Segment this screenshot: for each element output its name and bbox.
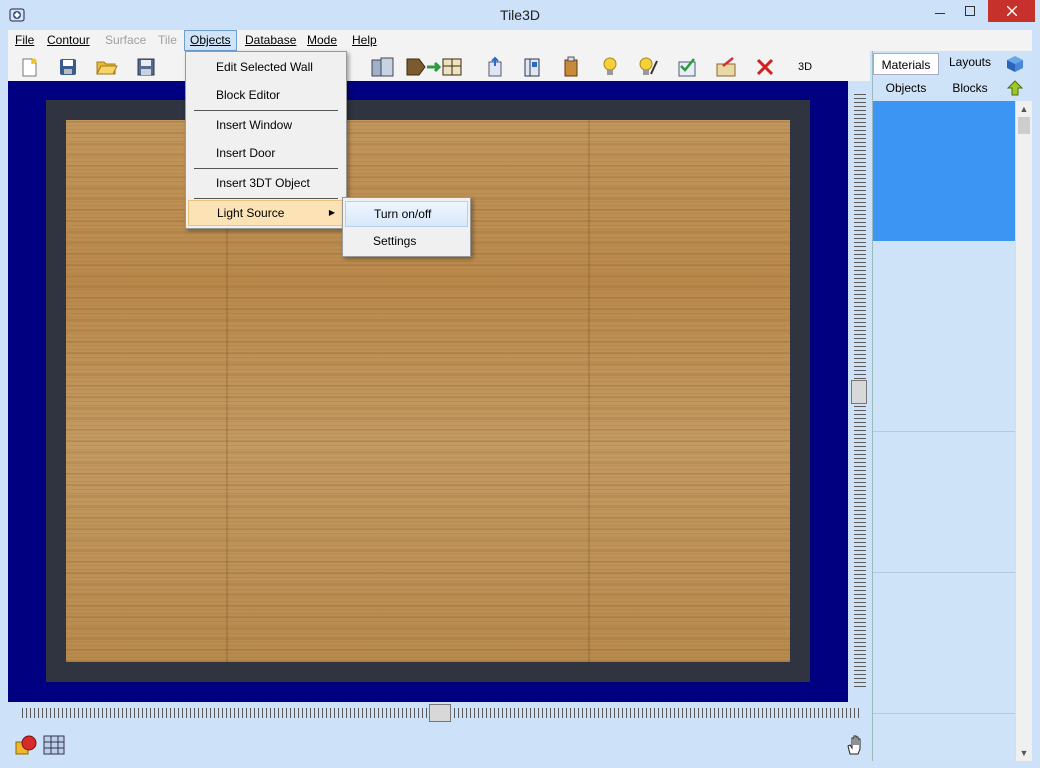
- tab-objects[interactable]: Objects: [873, 77, 939, 99]
- close-button[interactable]: [988, 0, 1035, 22]
- panel-cube-button[interactable]: [1004, 53, 1026, 75]
- edit-sheet-icon: [716, 56, 736, 76]
- check-list-icon: [678, 57, 696, 76]
- objects-3d-toggle[interactable]: [13, 733, 39, 757]
- arrow-up-icon: [1006, 80, 1024, 96]
- drawing-canvas[interactable]: [8, 81, 848, 702]
- menu-item-light-source[interactable]: Light Source ▶: [188, 200, 344, 226]
- new-document-button[interactable]: [14, 54, 44, 79]
- material-list[interactable]: [873, 101, 1015, 761]
- menu-item-turn-on-off[interactable]: Turn on/off: [345, 201, 468, 227]
- light-settings-button[interactable]: [633, 54, 663, 79]
- delete-button[interactable]: [750, 54, 780, 79]
- window-title: Tile3D: [500, 7, 540, 23]
- light-icon: [603, 57, 617, 75]
- insert-door-icon: [371, 57, 394, 76]
- pan-tool[interactable]: [842, 733, 868, 757]
- delete-icon: [756, 58, 774, 75]
- material-item-selected[interactable]: [873, 101, 1015, 241]
- export-button[interactable]: [480, 54, 510, 79]
- menu-file[interactable]: File: [10, 30, 39, 51]
- edit-object-icon: [524, 58, 540, 76]
- minimize-button[interactable]: [925, 0, 955, 22]
- menu-item-settings[interactable]: Settings: [345, 228, 468, 254]
- light-settings-icon: [639, 57, 658, 75]
- edit-object-button[interactable]: [517, 54, 547, 79]
- tab-blocks[interactable]: Blocks: [939, 77, 1001, 99]
- scroll-up-arrow[interactable]: ▲: [1016, 101, 1032, 117]
- export-icon: [488, 56, 502, 76]
- minimize-icon: [935, 13, 945, 14]
- maximize-icon: [965, 6, 975, 16]
- menu-item-insert-3dt-object[interactable]: Insert 3DT Object: [188, 170, 344, 196]
- panel-up-button[interactable]: [1004, 77, 1026, 99]
- menu-separator: [194, 198, 338, 199]
- tab-layouts[interactable]: Layouts: [939, 51, 1001, 73]
- objects-menu: Edit Selected Wall Block Editor Insert W…: [185, 51, 347, 229]
- save-disk-button[interactable]: [131, 54, 161, 79]
- menu-contour[interactable]: Contour: [42, 30, 95, 51]
- insert-door-button[interactable]: [368, 54, 398, 79]
- material-panel: Materials Layouts Objects Blocks ▲ ▼: [872, 51, 1032, 761]
- menu-item-insert-door[interactable]: Insert Door: [188, 140, 344, 166]
- vertical-ruler-handle[interactable]: [851, 380, 867, 404]
- menu-tile[interactable]: Tile: [153, 30, 182, 51]
- menu-item-block-editor[interactable]: Block Editor: [188, 82, 344, 108]
- grid-icon: [43, 735, 65, 755]
- check-list-button[interactable]: [672, 54, 702, 79]
- tab-materials[interactable]: Materials: [873, 53, 939, 75]
- cube-icon: [1007, 56, 1023, 72]
- new-document-icon: [22, 58, 37, 76]
- move-object-button[interactable]: [404, 54, 470, 79]
- grid-toggle[interactable]: [41, 733, 67, 757]
- room-wall[interactable]: [46, 100, 810, 682]
- panel-scrollbar[interactable]: ▲ ▼: [1015, 101, 1032, 761]
- toolbar: 3D: [8, 51, 870, 81]
- hand-icon: [847, 735, 861, 755]
- close-icon: [1006, 6, 1017, 16]
- menu-separator: [194, 110, 338, 111]
- light-button[interactable]: [595, 54, 625, 79]
- menu-separator: [194, 168, 338, 169]
- scroll-down-arrow[interactable]: ▼: [1016, 745, 1032, 761]
- submenu-arrow-icon: ▶: [328, 208, 335, 217]
- menu-surface[interactable]: Surface: [100, 30, 151, 51]
- title-bar: Tile3D: [0, 0, 1040, 30]
- save-disk-icon: [137, 58, 155, 75]
- maximize-button[interactable]: [955, 0, 985, 22]
- menu-database[interactable]: Database: [240, 30, 301, 51]
- open-folder-icon: [96, 61, 118, 74]
- menu-item-insert-window[interactable]: Insert Window: [188, 112, 344, 138]
- open-folder-button[interactable]: [92, 54, 122, 79]
- horizontal-ruler-handle[interactable]: [429, 704, 451, 722]
- save-database-button[interactable]: [53, 54, 83, 79]
- menu-bar: File Contour Surface Tile Objects Databa…: [8, 30, 1032, 51]
- scroll-thumb[interactable]: [1018, 117, 1030, 134]
- save-database-icon: [60, 58, 76, 75]
- view-3d-button[interactable]: 3D: [790, 54, 820, 79]
- menu-mode[interactable]: Mode: [302, 30, 342, 51]
- cube-sphere-icon: [15, 735, 37, 755]
- menu-item-edit-selected-wall[interactable]: Edit Selected Wall: [188, 54, 344, 80]
- object-properties-icon: [564, 56, 578, 76]
- menu-help[interactable]: Help: [347, 30, 382, 51]
- object-properties-button[interactable]: [556, 54, 586, 79]
- edit-sheet-button[interactable]: [711, 54, 741, 79]
- light-source-submenu: Turn on/off Settings: [342, 197, 471, 257]
- move-object-icon: [406, 58, 462, 75]
- menu-objects[interactable]: Objects: [184, 30, 237, 51]
